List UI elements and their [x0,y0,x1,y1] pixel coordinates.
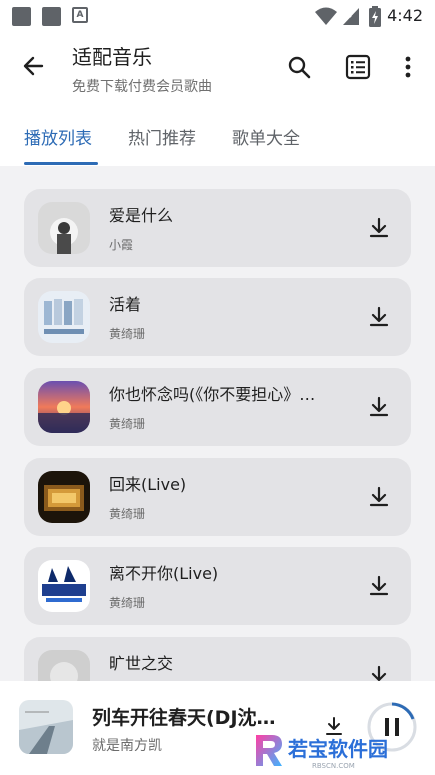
song-item[interactable]: 回来(Live) 黄绮珊 [24,458,411,536]
tab-playlist-collection[interactable]: 歌单大全 [232,124,300,149]
song-item[interactable]: 你也怀念吗(《你不要担心》… 黄绮珊 [24,368,411,446]
watermark-logo: 若宝软件园 RBSCN.COM [252,732,418,770]
list-view-icon[interactable] [345,54,371,80]
tab-playlist[interactable]: 播放列表 [24,124,92,149]
tab-hot-recommend[interactable]: 热门推荐 [128,124,196,149]
back-arrow-icon[interactable] [20,52,48,80]
watermark-subtext: RBSCN.COM [312,762,355,770]
page-title: 适配音乐 [72,45,152,69]
more-vert-icon[interactable] [395,54,421,80]
song-title: 爱是什么 [109,206,174,225]
search-icon[interactable] [286,54,312,80]
song-title: 回来(Live) [109,475,187,494]
song-artist: 小霞 [109,238,134,252]
download-icon[interactable] [367,395,391,419]
album-cover [38,560,90,612]
song-title: 你也怀念吗(《你不要担心》… [109,385,316,404]
album-cover [38,202,90,254]
song-title: 离不开你(Live) [109,564,219,583]
status-bar: A 4:42 [0,0,435,32]
font-notification-icon: A [72,7,88,23]
song-artist: 黄绮珊 [109,327,146,341]
download-icon[interactable] [367,664,391,681]
album-cover [38,471,90,523]
tab-bar: 播放列表 热门推荐 歌单大全 [0,102,435,166]
now-playing-artist: 就是南方凯 [92,738,162,754]
album-cover [38,650,90,681]
wifi-icon [315,7,337,25]
song-item[interactable]: 旷世之交 [24,637,411,681]
battery-icon [369,6,381,27]
album-cover [38,381,90,433]
song-item[interactable]: 爱是什么 小霞 [24,189,411,267]
song-artist: 黄绮珊 [109,417,146,431]
download-icon[interactable] [367,216,391,240]
song-item[interactable]: 离不开你(Live) 黄绮珊 [24,547,411,625]
tab-indicator [24,162,98,165]
app-screen: A 4:42 适配音乐 免费下载付费会员歌曲 播放列表 热门推荐 歌单大全 爱是… [0,0,435,775]
now-playing-cover [19,700,73,754]
watermark-text: 若宝软件园 [287,737,388,761]
song-title: 旷世之交 [109,654,174,673]
download-icon[interactable] [367,485,391,509]
download-icon[interactable] [367,574,391,598]
album-cover [38,291,90,343]
status-time: 4:42 [387,6,423,25]
song-artist: 黄绮珊 [109,596,146,610]
signal-icon [343,8,359,25]
notification-icon [12,7,31,26]
now-playing-title: 列车开往春天(DJ沈… [92,707,276,729]
notification-icon [42,7,61,26]
page-subtitle: 免费下载付费会员歌曲 [72,79,212,95]
song-item[interactable]: 活着 黄绮珊 [24,278,411,356]
download-icon[interactable] [367,305,391,329]
song-artist: 黄绮珊 [109,507,146,521]
app-header: 适配音乐 免费下载付费会员歌曲 [0,32,435,102]
song-list[interactable]: 爱是什么 小霞 活着 黄绮珊 你也怀念吗(《你不要担心》… 黄绮珊 回来(Liv… [0,166,435,681]
song-title: 活着 [109,295,142,314]
